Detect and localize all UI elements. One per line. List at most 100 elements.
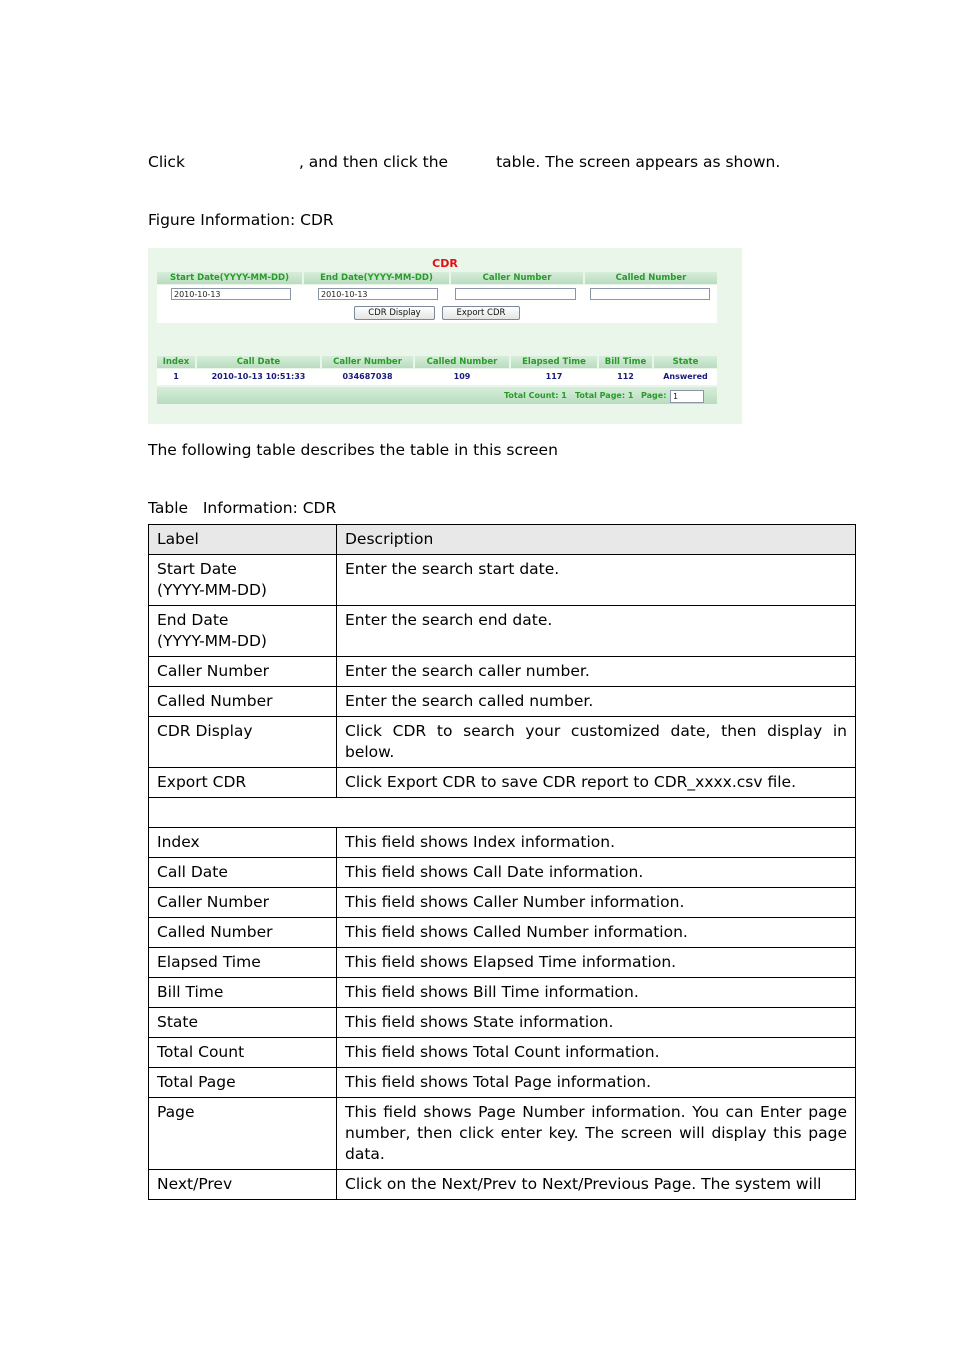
table-caption: Table Information: CDR [148, 499, 337, 517]
header-end-date: End Date(YYYY-MM-DD) [304, 272, 449, 284]
end-date-input[interactable]: 2010-10-13 [318, 288, 438, 300]
description-cell: Enter the search caller number. [336, 656, 856, 687]
header-start-date: Start Date(YYYY-MM-DD) [157, 272, 302, 284]
header-caller-number: Caller Number [451, 272, 583, 284]
description-cell: This field shows State information. [336, 1007, 856, 1038]
label-text: Call Date [157, 863, 228, 881]
header-called-number: Called Number [585, 272, 717, 284]
col-index: Index [157, 356, 195, 368]
label-cell: Total Page [148, 1067, 337, 1098]
description-cell: This field shows Call Date information. [336, 857, 856, 888]
table-row: Called Number This field shows Called Num… [148, 917, 856, 948]
table-row: CDR Display Click CDR to search your cust… [148, 716, 856, 768]
header-description: Description [336, 524, 856, 555]
page-input[interactable]: 1 [670, 390, 704, 403]
label-text: Index [157, 833, 200, 851]
table-row: Called Number Enter the search called num… [148, 686, 856, 717]
table-header-row: Label Description [148, 524, 856, 555]
intro-text-1: Click [148, 153, 185, 171]
table-row: State This field shows State information. [148, 1007, 856, 1038]
intro-paragraph: Click , and then click the table. The scre… [148, 153, 780, 171]
label-cell: Called Number [148, 686, 337, 717]
label-text: Total Page [157, 1073, 236, 1091]
description-cell: Enter the search end date. [336, 605, 856, 657]
col-bill-time: Bill Time [599, 356, 652, 368]
label-text: State [157, 1013, 199, 1031]
label-cell: Index [148, 827, 337, 858]
description-cell: Enter the search called number. [336, 686, 856, 717]
label-cell: End Date (YYYY-MM-DD) [148, 605, 337, 657]
table-row: Total Count This field shows Total Count … [148, 1037, 856, 1068]
description-cell: This field shows Caller Number informati… [336, 887, 856, 918]
total-count-value: 1 [561, 391, 567, 400]
label-text: Caller Number [157, 893, 270, 911]
col-caller-number: Caller Number [322, 356, 413, 368]
label-text: Page [157, 1103, 195, 1121]
header-label: Label [148, 524, 337, 555]
label-cell: Total Count [148, 1037, 337, 1068]
label-text: CDR Display [157, 722, 253, 740]
label-text: Called Number [157, 923, 273, 941]
col-called-number: Called Number [415, 356, 509, 368]
intro-text-2: , and then click the [298, 153, 449, 171]
label-text: Start Date [157, 560, 237, 578]
table-row: Page This field shows Page Number informa… [148, 1097, 856, 1170]
label-cell: Caller Number [148, 887, 337, 918]
figure-caption: Figure Information: CDR [148, 211, 334, 229]
label-cell: Bill Time [148, 977, 337, 1008]
description-cell: This field shows Called Number informati… [336, 917, 856, 948]
label-cell: Start Date (YYYY-MM-DD) [148, 554, 337, 606]
description-table-body: Start Date (YYYY-MM-DD) Enter the search s… [148, 554, 856, 1200]
label-text: Elapsed Time [157, 953, 261, 971]
description-cell: This field shows Total Count information… [336, 1037, 856, 1068]
table-row: Elapsed Time This field shows Elapsed Tim… [148, 947, 856, 978]
total-count-label: Total Count: [504, 391, 559, 400]
label-cell: Called Number [148, 917, 337, 948]
table-row: Caller Number Enter the search caller num… [148, 656, 856, 687]
cell-called-number: 109 [453, 372, 471, 381]
description-cell: Click Export CDR to save CDR report to C… [336, 767, 856, 798]
caller-number-input[interactable] [455, 288, 576, 300]
table-row: Total Page This field shows Total Page in… [148, 1067, 856, 1098]
blank-cell [148, 797, 856, 828]
description-cell: Enter the search start date. [336, 554, 856, 606]
total-page-value: 1 [627, 391, 634, 400]
label-cell: Elapsed Time [148, 947, 337, 978]
description-cell: This field shows Bill Time information. [336, 977, 856, 1008]
description-cell: Click on the Next/Prev to Next/Previous … [336, 1169, 856, 1200]
label-text: Called Number [157, 692, 273, 710]
cell-state: Answered [663, 372, 708, 381]
cell-bill-time: 112 [617, 372, 634, 381]
label-text: (YYYY-MM-DD) [157, 632, 267, 650]
table-row: Bill Time This field shows Bill Time info… [148, 977, 856, 1008]
table-row: Next/Prev Click on the Next/Prev to Next/… [148, 1169, 856, 1200]
label-cell: Export CDR [148, 767, 337, 798]
table-separator-row [148, 797, 856, 828]
total-page: Total Page: 1 [575, 389, 633, 403]
description-cell: This field shows Index information. [336, 827, 856, 858]
label-cell: Page [148, 1097, 337, 1170]
table-row: Caller Number This field shows Caller Num… [148, 887, 856, 918]
table-row: Export CDR Click Export CDR to save CDR r… [148, 767, 856, 798]
total-page-label: Total Page: [575, 391, 626, 400]
start-date-input[interactable]: 2010-10-13 [171, 288, 291, 300]
description-cell: This field shows Elapsed Time informatio… [336, 947, 856, 978]
description-cell: This field shows Page Number information… [336, 1097, 856, 1170]
total-count: Total Count: 1 [504, 389, 567, 403]
label-cell: Call Date [148, 857, 337, 888]
description-cell: This field shows Total Page information. [336, 1067, 856, 1098]
intro-text-3: table. The screen appears as shown. [496, 153, 781, 171]
export-cdr-button[interactable]: Export CDR [442, 306, 520, 320]
page-label: Page: [641, 391, 667, 400]
table-row: Call Date This field shows Call Date info… [148, 857, 856, 888]
label-text: (YYYY-MM-DD) [157, 581, 267, 599]
cell-elapsed-time: 117 [545, 372, 563, 381]
table-row: Index This field shows Index information. [148, 827, 856, 858]
label-cell: State [148, 1007, 337, 1038]
cell-index: 1 [173, 372, 179, 381]
called-number-input[interactable] [590, 288, 710, 300]
label-cell: Next/Prev [148, 1169, 337, 1200]
cdr-display-button[interactable]: CDR Display [354, 306, 435, 320]
label-cell: CDR Display [148, 716, 337, 768]
description-table: Label Description Start Date (YYYY-MM-DD)… [148, 524, 856, 1200]
